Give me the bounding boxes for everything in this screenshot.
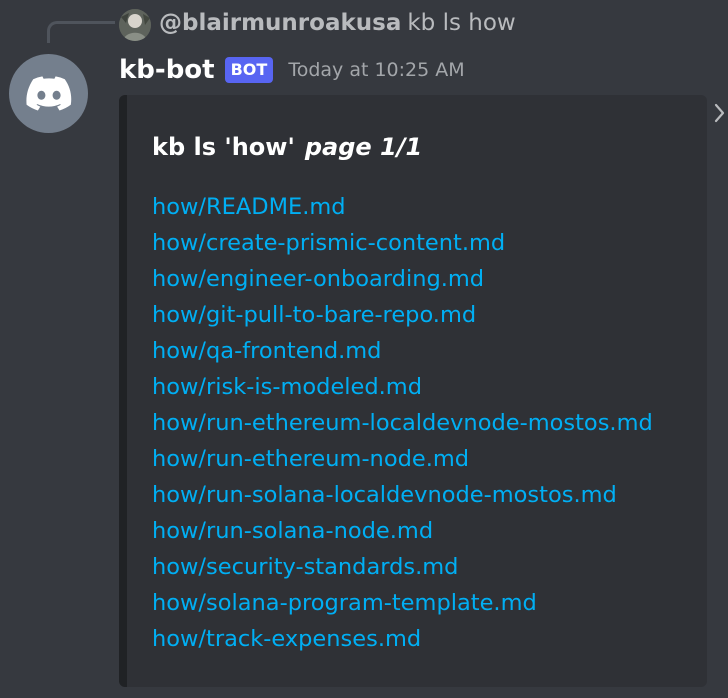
- reply-username[interactable]: @blairmunroakusa: [159, 10, 401, 36]
- embed-link[interactable]: how/run-ethereum-node.md: [152, 441, 653, 477]
- reply-avatar-image: [119, 9, 151, 41]
- reply-text: kb ls how: [407, 10, 516, 36]
- reply-preview[interactable]: @blairmunroakusa kb ls how: [159, 7, 516, 39]
- embed-link[interactable]: how/run-solana-localdevnode-mostos.md: [152, 477, 653, 513]
- message-embed: kb ls 'how' page 1/1 how/README.md how/cr…: [119, 95, 707, 687]
- bot-badge: BOT: [224, 57, 274, 83]
- message-header: kb-bot BOT Today at 10:25 AM: [119, 50, 465, 90]
- embed-link[interactable]: how/run-solana-node.md: [152, 513, 653, 549]
- discord-message-view: @blairmunroakusa kb ls how kb-bot BOT Tod…: [0, 0, 728, 698]
- embed-link-list: how/README.md how/create-prismic-content…: [152, 189, 653, 657]
- reply-connector-line: [47, 21, 115, 43]
- embed-title-text: kb ls 'how': [152, 133, 295, 161]
- embed-link[interactable]: how/qa-frontend.md: [152, 333, 653, 369]
- embed-link[interactable]: how/README.md: [152, 189, 653, 225]
- bot-username[interactable]: kb-bot: [119, 55, 215, 85]
- embed-link[interactable]: how/git-pull-to-bare-repo.md: [152, 297, 653, 333]
- bot-avatar[interactable]: [9, 54, 88, 133]
- embed-link[interactable]: how/risk-is-modeled.md: [152, 369, 653, 405]
- discord-logo-icon: [26, 76, 72, 111]
- embed-link[interactable]: how/create-prismic-content.md: [152, 225, 653, 261]
- embed-page-info: page 1/1: [304, 133, 423, 161]
- chevron-right-icon[interactable]: [714, 102, 726, 124]
- reply-user-avatar[interactable]: [119, 9, 151, 41]
- embed-link[interactable]: how/security-standards.md: [152, 549, 653, 585]
- embed-link[interactable]: how/solana-program-template.md: [152, 585, 653, 621]
- embed-link[interactable]: how/engineer-onboarding.md: [152, 261, 653, 297]
- embed-link[interactable]: how/run-ethereum-localdevnode-mostos.md: [152, 405, 653, 441]
- embed-link[interactable]: how/track-expenses.md: [152, 621, 653, 657]
- message-timestamp: Today at 10:25 AM: [288, 59, 465, 81]
- embed-title: kb ls 'how' page 1/1: [152, 133, 422, 161]
